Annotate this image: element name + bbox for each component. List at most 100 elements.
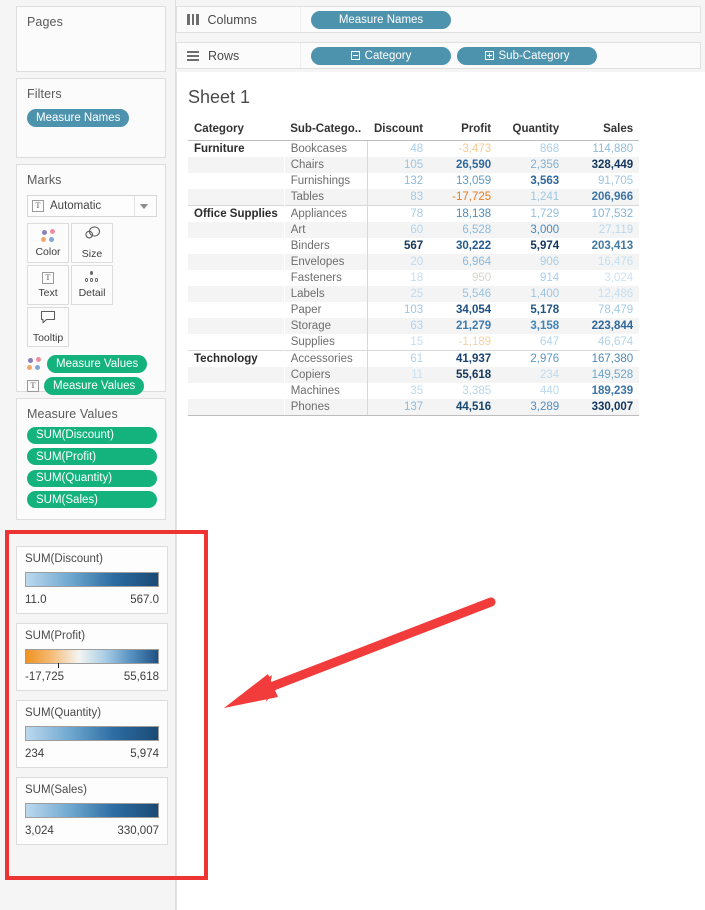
rows-pill-sub-category[interactable]: Sub-Category: [457, 46, 597, 65]
filter-pill-measure-names[interactable]: Measure Names: [27, 109, 130, 127]
cell-sub-category[interactable]: Supplies: [284, 334, 368, 351]
cell-profit[interactable]: 6,528: [429, 222, 498, 238]
table-row[interactable]: Phones 137 44,516 3,289 330,007: [188, 399, 640, 416]
filters-shelf-card[interactable]: Filters Measure Names: [16, 78, 166, 158]
cell-sub-category[interactable]: Labels: [284, 286, 368, 302]
cell-quantity[interactable]: 906: [497, 254, 566, 270]
cell-sales[interactable]: 12,486: [565, 286, 640, 302]
table-row[interactable]: Fasteners 18 950 914 3,024: [188, 270, 639, 286]
measure-value-pill-quantity[interactable]: SUM(Quantity): [27, 469, 157, 487]
cell-sales[interactable]: 167,380: [565, 350, 640, 367]
cell-category[interactable]: Office Supplies: [188, 205, 285, 222]
column-header-sales[interactable]: Sales: [565, 120, 640, 141]
marks-detail-button[interactable]: Detail: [71, 265, 113, 305]
cell-sub-category[interactable]: Tables: [284, 189, 368, 206]
column-header-quantity[interactable]: Quantity: [497, 120, 566, 141]
cell-sub-category[interactable]: Machines: [284, 383, 368, 399]
cell-sales[interactable]: 114,880: [565, 140, 640, 157]
cell-discount[interactable]: 11: [367, 367, 430, 383]
legend-card-sum-discount[interactable]: SUM(Discount) 11.0 567.0: [16, 546, 168, 614]
cell-profit[interactable]: -17,725: [429, 189, 498, 206]
legend-card-sum-quantity[interactable]: SUM(Quantity) 234 5,974: [16, 700, 168, 768]
marks-pill-color-measure-values[interactable]: Measure Values: [47, 355, 148, 373]
cell-profit[interactable]: 6,964: [429, 254, 498, 270]
cell-profit[interactable]: 34,054: [429, 302, 497, 318]
cell-category[interactable]: [188, 399, 285, 416]
cell-quantity[interactable]: 3,563: [497, 173, 565, 189]
marks-tooltip-button[interactable]: Tooltip: [27, 307, 69, 347]
cell-quantity[interactable]: 234: [497, 367, 566, 383]
cell-category[interactable]: [188, 383, 285, 399]
cell-discount[interactable]: 63: [367, 318, 430, 334]
cell-quantity[interactable]: 914: [497, 270, 565, 286]
cell-category[interactable]: [188, 270, 285, 286]
cell-sales[interactable]: 328,449: [565, 157, 640, 173]
cell-profit[interactable]: 5,546: [429, 286, 498, 302]
cell-sub-category[interactable]: Paper: [284, 302, 368, 318]
cell-sub-category[interactable]: Appliances: [284, 205, 368, 222]
cell-profit[interactable]: 26,590: [429, 157, 498, 173]
cell-category[interactable]: [188, 222, 285, 238]
cell-sales[interactable]: 330,007: [565, 399, 640, 416]
cell-sales[interactable]: 91,705: [565, 173, 639, 189]
cell-sales[interactable]: 3,024: [565, 270, 639, 286]
cell-category[interactable]: [188, 189, 285, 206]
table-row[interactable]: Paper 103 34,054 5,178 78,479: [188, 302, 639, 318]
cell-category[interactable]: Technology: [188, 350, 285, 367]
cell-profit[interactable]: 44,516: [429, 399, 498, 416]
legend-card-sum-sales[interactable]: SUM(Sales) 3,024 330,007: [16, 777, 168, 845]
column-header-sub-category[interactable]: Sub-Catego..: [284, 120, 368, 141]
columns-pill-measure-names[interactable]: Measure Names: [311, 10, 451, 29]
cell-quantity[interactable]: 3,158: [497, 318, 566, 334]
cell-sub-category[interactable]: Phones: [284, 399, 368, 416]
cell-quantity[interactable]: 647: [497, 334, 565, 351]
table-row[interactable]: Binders 567 30,222 5,974 203,413: [188, 238, 639, 254]
cell-profit[interactable]: 21,279: [429, 318, 498, 334]
cell-profit[interactable]: -3,473: [429, 140, 498, 157]
cell-quantity[interactable]: 1,241: [497, 189, 566, 206]
cell-discount[interactable]: 48: [367, 140, 430, 157]
cell-discount[interactable]: 78: [367, 205, 430, 222]
cell-quantity[interactable]: 3,000: [497, 222, 566, 238]
marks-size-button[interactable]: Size: [71, 223, 113, 263]
cell-quantity[interactable]: 5,974: [497, 238, 565, 254]
chevron-down-icon[interactable]: [134, 196, 152, 216]
cell-profit[interactable]: 18,138: [429, 205, 498, 222]
cell-sales[interactable]: 206,966: [565, 189, 640, 206]
cell-sales[interactable]: 78,479: [565, 302, 639, 318]
table-row[interactable]: Furniture Bookcases 48 -3,473 868 114,880: [188, 140, 640, 157]
cell-discount[interactable]: 60: [367, 222, 430, 238]
legend-gradient-bar[interactable]: [25, 572, 159, 587]
cell-profit[interactable]: 13,059: [429, 173, 497, 189]
cell-category[interactable]: [188, 318, 285, 334]
cell-sub-category[interactable]: Bookcases: [284, 140, 368, 157]
legend-gradient-bar[interactable]: [25, 803, 159, 818]
cell-quantity[interactable]: 5,178: [497, 302, 565, 318]
cell-quantity[interactable]: 3,289: [497, 399, 566, 416]
table-row[interactable]: Art 60 6,528 3,000 27,119: [188, 222, 640, 238]
cell-discount[interactable]: 105: [367, 157, 430, 173]
cell-profit[interactable]: 41,937: [429, 350, 498, 367]
measure-values-card[interactable]: Measure Values SUM(Discount) SUM(Profit)…: [16, 398, 166, 520]
cell-profit[interactable]: 950: [429, 270, 497, 286]
cell-quantity[interactable]: 868: [497, 140, 566, 157]
cell-category[interactable]: Furniture: [188, 140, 285, 157]
cell-quantity[interactable]: 1,729: [497, 205, 566, 222]
cell-sales[interactable]: 27,119: [565, 222, 640, 238]
measure-value-pill-profit[interactable]: SUM(Profit): [27, 448, 157, 465]
table-row[interactable]: Copiers 11 55,618 234 149,528: [188, 367, 640, 383]
cell-discount[interactable]: 103: [367, 302, 429, 318]
legend-gradient-bar[interactable]: [25, 726, 159, 741]
table-row[interactable]: Machines 35 3,385 440 189,239: [188, 383, 639, 399]
cell-category[interactable]: [188, 367, 285, 383]
cell-discount[interactable]: 132: [367, 173, 429, 189]
cell-sales[interactable]: 149,528: [565, 367, 640, 383]
cell-quantity[interactable]: 440: [497, 383, 565, 399]
cell-sub-category[interactable]: Chairs: [284, 157, 368, 173]
column-header-discount[interactable]: Discount: [367, 120, 430, 141]
cell-sub-category[interactable]: Fasteners: [284, 270, 368, 286]
marks-shelf-card[interactable]: Marks T Automatic Color Size T Text Deta…: [16, 164, 166, 395]
pages-shelf-card[interactable]: Pages: [16, 6, 166, 72]
table-row[interactable]: Labels 25 5,546 1,400 12,486: [188, 286, 640, 302]
column-header-profit[interactable]: Profit: [429, 120, 498, 141]
